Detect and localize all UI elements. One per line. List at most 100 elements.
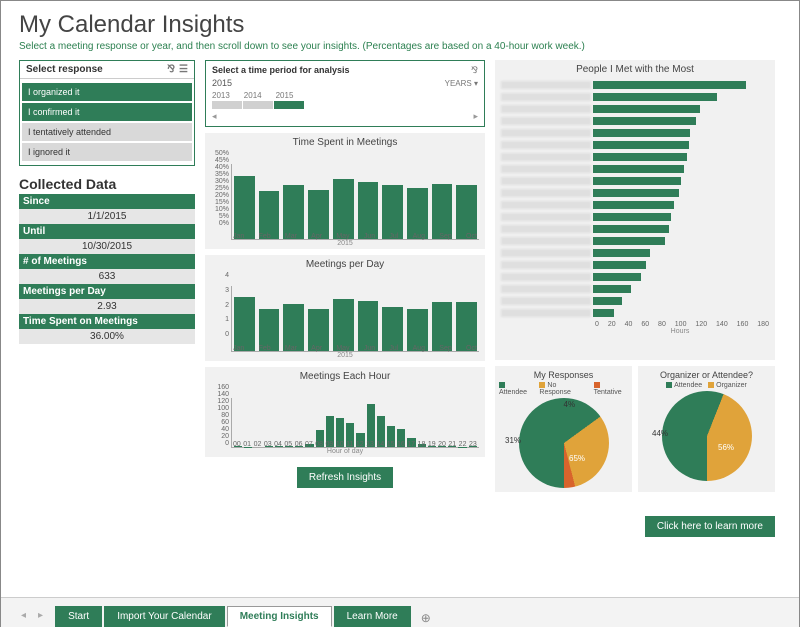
hbar-row: (name) [501, 223, 765, 235]
hbar-row: (name) [501, 79, 765, 91]
sheet-tab-bar: ◂ ▸ StartImport Your CalendarMeeting Ins… [1, 597, 799, 627]
sheet-tab[interactable]: Learn More [334, 606, 411, 627]
timeline-prev-icon[interactable]: ◂ [212, 111, 217, 122]
x-axis-label: Hour of day [211, 448, 479, 455]
chart-meetings-per-day: Meetings per Day 43210 JanFebMarAprMayJu… [205, 255, 485, 361]
chart-title: My Responses [499, 370, 628, 380]
chart-title: Meetings per Day [211, 259, 479, 270]
chart-title: Meetings Each Hour [211, 371, 479, 382]
hbar-row: (name) [501, 235, 765, 247]
collected-data-panel: Collected Data Since1/1/2015Until10/30/2… [19, 176, 195, 344]
hbar-row: (name) [501, 211, 765, 223]
stat-label: Since [19, 194, 195, 209]
hbar-row: (name) [501, 175, 765, 187]
add-sheet-icon[interactable]: ⊕ [413, 609, 439, 627]
bar [259, 191, 280, 239]
chart-people-met: People I Met with the Most (name)(name)(… [495, 60, 775, 360]
sheet-tab[interactable]: Import Your Calendar [104, 606, 225, 627]
multi-select-icon[interactable]: ☰ [179, 64, 188, 75]
timeline-segment[interactable] [212, 101, 242, 109]
slicer-title: Select response [26, 64, 103, 75]
legend-item: Attendee [666, 382, 702, 389]
stat-label: Time Spent on Meetings [19, 314, 195, 329]
x-axis-label: Hours [591, 328, 769, 335]
sheet-tab[interactable]: Meeting Insights [227, 606, 332, 627]
timeline-year-label: 2014 [244, 91, 262, 100]
hbar-row: (name) [501, 163, 765, 175]
hbar-row: (name) [501, 283, 765, 295]
bar [234, 176, 255, 239]
x-axis-label: 2015 [211, 240, 479, 247]
legend-item: Tentative [594, 382, 628, 396]
timeline-next-icon[interactable]: ▸ [473, 111, 478, 122]
learn-more-button[interactable]: Click here to learn more [645, 516, 775, 537]
bar [283, 304, 304, 351]
bar [432, 302, 453, 351]
hbar-row: (name) [501, 115, 765, 127]
bar [456, 185, 477, 239]
slicer-item[interactable]: I ignored it [22, 143, 192, 161]
timeline-year-label: 2013 [212, 91, 230, 100]
hbar-row: (name) [501, 151, 765, 163]
timeline-value: 2015 [212, 78, 232, 88]
timeline-slicer[interactable]: Select a time period for analysis ⅋ 2015… [205, 60, 485, 127]
legend-item: Attendee [499, 382, 533, 396]
chart-title: Organizer or Attendee? [642, 370, 771, 380]
collected-data-title: Collected Data [19, 176, 195, 192]
refresh-insights-button[interactable]: Refresh Insights [297, 467, 393, 488]
chart-my-responses: My Responses Attendee No Response Tentativ… [495, 366, 632, 492]
bar [456, 302, 477, 351]
timeline-unit[interactable]: YEARS [445, 79, 472, 88]
hbar-row: (name) [501, 199, 765, 211]
sheet-nav-prev-icon[interactable]: ◂ [21, 610, 32, 627]
hbar-row: (name) [501, 259, 765, 271]
slicer-item[interactable]: I organized it [22, 83, 192, 101]
timeline-segment[interactable] [243, 101, 273, 109]
chart-time-spent: Time Spent in Meetings 50%45%40%35%30%25… [205, 133, 485, 249]
bar [432, 184, 453, 240]
page-subtitle: Select a meeting response or year, and t… [19, 41, 781, 52]
stat-value: 36.00% [19, 329, 195, 344]
chart-title: People I Met with the Most [501, 64, 769, 75]
hbar-row: (name) [501, 247, 765, 259]
hbar-row: (name) [501, 187, 765, 199]
hbar-row: (name) [501, 307, 765, 319]
bar [407, 188, 428, 239]
clear-filter-icon[interactable]: ⅋ [471, 65, 478, 76]
stat-value: 1/1/2015 [19, 209, 195, 224]
chart-meetings-each-hour: Meetings Each Hour 160140120100806040200… [205, 367, 485, 457]
bar [358, 301, 379, 351]
stat-label: Meetings per Day [19, 284, 195, 299]
hbar-row: (name) [501, 91, 765, 103]
chevron-down-icon[interactable]: ▾ [474, 79, 478, 88]
bar [234, 297, 255, 351]
legend-item: Organizer [708, 382, 747, 389]
stat-value: 10/30/2015 [19, 239, 195, 254]
hbar-row: (name) [501, 271, 765, 283]
chart-title: Time Spent in Meetings [211, 137, 479, 148]
stat-value: 633 [19, 269, 195, 284]
chart-organizer-attendee: Organizer or Attendee? Attendee Organizer… [638, 366, 775, 492]
bar [358, 182, 379, 239]
timeline-title: Select a time period for analysis [212, 65, 350, 76]
stat-label: # of Meetings [19, 254, 195, 269]
bar [283, 185, 304, 239]
slicer-item[interactable]: I confirmed it [22, 103, 192, 121]
timeline-year-label: 2015 [276, 91, 294, 100]
legend-item: No Response [539, 382, 587, 396]
sheet-nav-next-icon[interactable]: ▸ [38, 610, 49, 627]
timeline-segment[interactable] [274, 101, 304, 109]
sheet-tab[interactable]: Start [55, 606, 102, 627]
x-axis-label: 2015 [211, 352, 479, 359]
bar [333, 299, 354, 351]
hbar-row: (name) [501, 127, 765, 139]
hbar-row: (name) [501, 139, 765, 151]
slicer-item[interactable]: I tentatively attended [22, 123, 192, 141]
response-slicer[interactable]: Select response ⅋ ☰ I organized it I conf… [19, 60, 195, 166]
stat-value: 2.93 [19, 299, 195, 314]
bar [333, 179, 354, 239]
bar [382, 185, 403, 239]
page-title: My Calendar Insights [19, 11, 781, 39]
clear-filter-icon[interactable]: ⅋ [167, 64, 175, 75]
hbar-row: (name) [501, 295, 765, 307]
